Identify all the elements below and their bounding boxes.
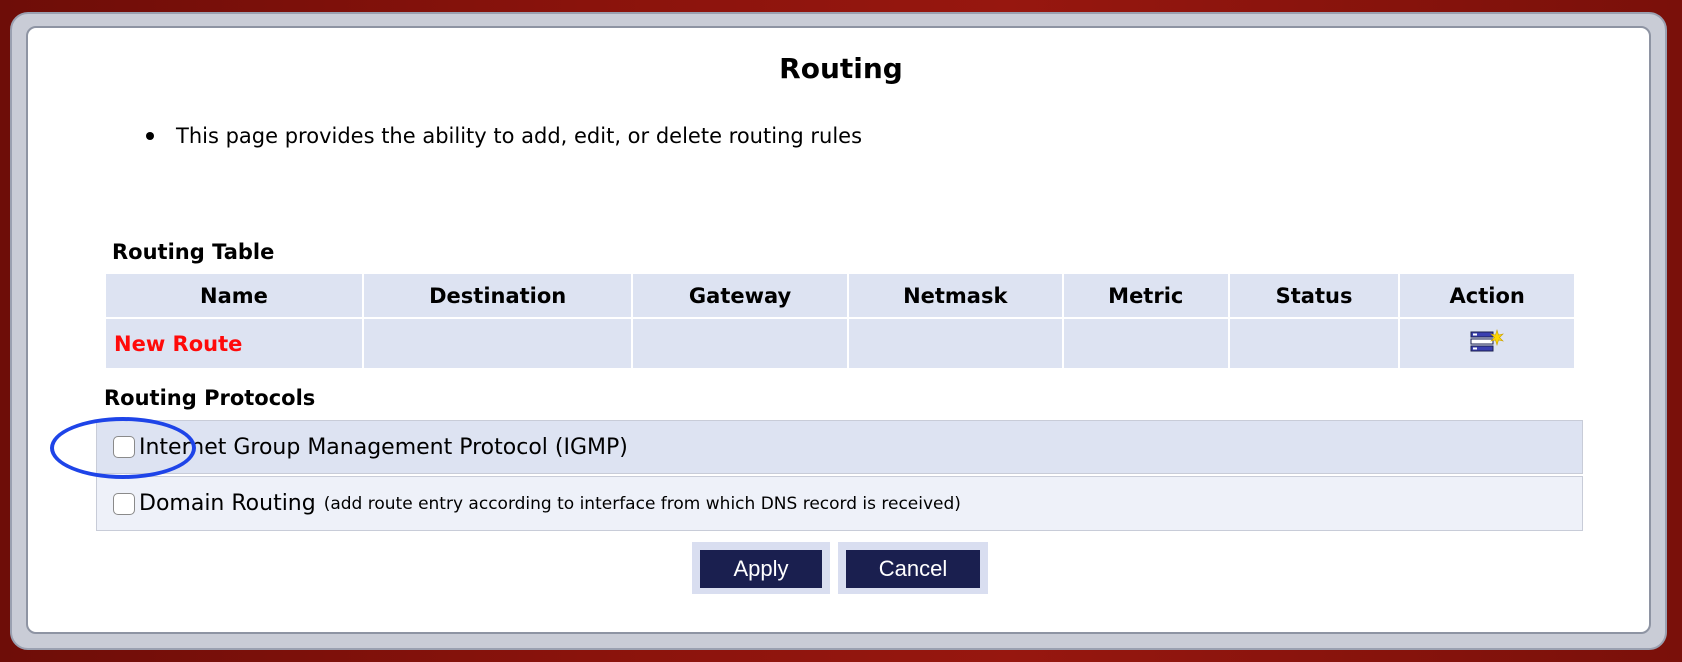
new-route-link[interactable]: New Route xyxy=(106,319,362,368)
routing-table-title: Routing Table xyxy=(112,240,275,264)
domain-routing-label: Domain Routing xyxy=(139,491,316,516)
gateway-cell xyxy=(633,319,847,368)
highlight-circle xyxy=(50,417,196,479)
column-header-name: Name xyxy=(106,274,362,317)
apply-button-wrap: Apply xyxy=(692,542,830,594)
column-header-metric: Metric xyxy=(1063,274,1228,317)
column-header-status: Status xyxy=(1229,274,1399,317)
add-route-icon[interactable] xyxy=(1470,328,1505,359)
intro-list: This page provides the ability to add, e… xyxy=(146,124,862,148)
metric-cell xyxy=(1063,319,1228,368)
table-row: New Route xyxy=(106,319,1574,368)
domain-routing-row: Domain Routing (add route entry accordin… xyxy=(96,476,1583,531)
status-cell xyxy=(1229,319,1399,368)
page-title: Routing xyxy=(779,52,903,85)
routing-table: Name Destination Gateway Netmask Metric … xyxy=(104,272,1576,370)
domain-routing-note: (add route entry according to interface … xyxy=(323,493,961,514)
column-header-gateway: Gateway xyxy=(633,274,847,317)
intro-text: This page provides the ability to add, e… xyxy=(176,124,863,148)
action-cell xyxy=(1400,319,1574,368)
cancel-button[interactable]: Cancel xyxy=(846,550,980,588)
column-header-destination: Destination xyxy=(363,274,632,317)
column-header-action: Action xyxy=(1400,274,1574,317)
column-header-netmask: Netmask xyxy=(848,274,1062,317)
domain-routing-checkbox[interactable] xyxy=(113,492,135,515)
destination-cell xyxy=(363,319,632,368)
igmp-label: Internet Group Management Protocol (IGMP… xyxy=(139,434,628,460)
netmask-cell xyxy=(848,319,1062,368)
igmp-row: Internet Group Management Protocol (IGMP… xyxy=(96,420,1583,474)
cancel-button-wrap: Cancel xyxy=(838,542,988,594)
routing-protocols-title: Routing Protocols xyxy=(104,386,316,410)
bullet-icon xyxy=(146,132,154,140)
intro-item: This page provides the ability to add, e… xyxy=(146,124,862,148)
table-header-row: Name Destination Gateway Netmask Metric … xyxy=(106,274,1574,317)
new-route-label[interactable]: New Route xyxy=(114,332,242,356)
apply-button[interactable]: Apply xyxy=(700,550,822,588)
